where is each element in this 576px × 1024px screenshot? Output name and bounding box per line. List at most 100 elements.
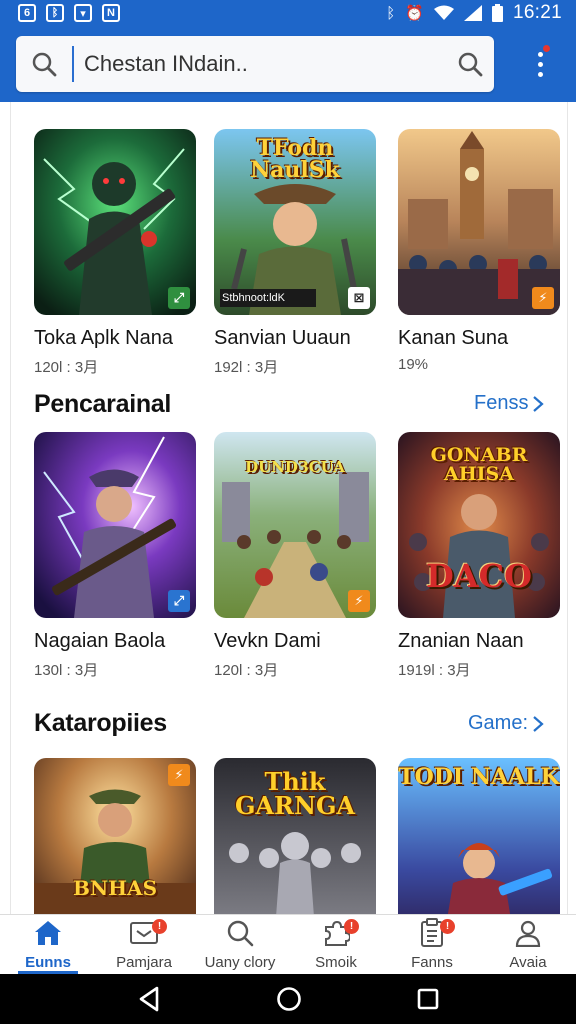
home-icon	[31, 916, 65, 950]
wifi-icon	[433, 5, 454, 20]
game-title: Vevkn Dami	[214, 630, 321, 652]
signal-icon	[463, 5, 482, 21]
nav-label: Avaia	[509, 954, 547, 971]
alarm-icon: ⏰	[405, 5, 424, 22]
game-meta: 120l : 3月	[214, 662, 279, 679]
chevron-right-icon	[533, 395, 545, 412]
section-link-label: Game:	[468, 712, 529, 734]
status-time: 16:21	[512, 2, 562, 23]
platform-badge-icon: ⚡	[532, 287, 554, 309]
notification-dot	[543, 45, 550, 52]
section-title: Pencarainal	[34, 390, 172, 418]
game-title: Kanan Suna	[398, 327, 509, 349]
game-art-caption: Stbhnoot:ldK	[222, 292, 285, 304]
nav-tab-inbox[interactable]: ! Pamjara	[96, 915, 192, 974]
messenger-icon: ᛒ	[46, 4, 64, 22]
game-art-title: DUNDЗCUA	[245, 458, 345, 476]
overflow-menu-button[interactable]	[522, 38, 558, 90]
section-see-more-link[interactable]: Fenss	[474, 392, 545, 415]
game-title: Znanian Naan	[398, 630, 524, 652]
platform-badge-icon: ⊠	[348, 287, 370, 309]
status-left-icons: 6 ᛒ ▾ N	[18, 4, 120, 22]
game-card[interactable]: TFodn NaulSk Stbhnoot:ldK ⊠ Sanvian Uuau…	[214, 129, 376, 377]
game-thumbnail[interactable]: DUNDЗCUA ⚡	[214, 432, 376, 618]
profile-icon	[511, 916, 545, 950]
nav-tab-home[interactable]: Eunns	[0, 915, 96, 974]
search-icon	[223, 916, 257, 950]
game-thumbnail[interactable]: GONABR AHISA DACO	[398, 432, 560, 618]
game-card[interactable]: TODI NAALK ⚡	[398, 758, 560, 914]
game-title: Toka Aplk Nana	[34, 327, 173, 349]
game-art-title: Thik GARNGA	[234, 767, 356, 820]
nav-label: Smoik	[315, 954, 357, 971]
game-thumbnail[interactable]: ⤢	[34, 432, 196, 618]
game-thumbnail[interactable]: TODI NAALK ⚡	[398, 758, 560, 914]
nav-label: Eunns	[25, 954, 71, 971]
search-cursor	[72, 46, 74, 82]
section-title: Kataropiies	[34, 709, 167, 737]
nav-tab-discover[interactable]: Uany clory	[192, 915, 288, 974]
game-title: Nagaian Baola	[34, 630, 166, 652]
game-card[interactable]: ⤢ Nagaian Baola 130l : 3月	[34, 432, 196, 680]
section-see-more-link[interactable]: Game:	[468, 712, 544, 735]
game-thumbnail[interactable]: BNHAS ⚡	[34, 758, 196, 914]
game-art-title: GONABR AHISA	[430, 444, 528, 485]
menu-dot	[537, 71, 543, 77]
home-button-icon[interactable]	[276, 986, 302, 1012]
system-navigation-bar	[0, 974, 576, 1024]
nav-label: Uany clory	[204, 954, 276, 971]
game-card[interactable]: DUNDЗCUA ⚡ Vevkn Dami 120l : 3月	[214, 432, 376, 680]
game-title: Sanvian Uuaun	[214, 327, 351, 349]
game-art-title: TODI NAALK	[398, 764, 560, 790]
nav-badge: !	[152, 919, 167, 934]
search-icon[interactable]	[16, 36, 72, 92]
nav-label: Fanns	[411, 954, 453, 971]
menu-dot	[537, 61, 543, 67]
game-card[interactable]: Thik GARNGA ⊠	[214, 758, 376, 914]
game-thumbnail[interactable]: ⤢	[34, 129, 196, 315]
main-content[interactable]: ⤢ Toka Aplk Nana 120l : 3月 TFodn NaulSk …	[10, 102, 568, 914]
game-meta: 192l : 3月	[214, 359, 279, 376]
game-art-title: TFodn NaulSk	[250, 135, 340, 183]
app-header: Chestan INdain..	[0, 26, 576, 102]
platform-badge-icon: ⚡	[168, 764, 190, 786]
game-meta: 130l : 3月	[34, 662, 99, 679]
nav-label: Pamjara	[116, 954, 172, 971]
recents-icon[interactable]	[417, 988, 439, 1010]
game-meta: 120l : 3月	[34, 359, 99, 376]
download-icon: ▾	[74, 4, 92, 22]
game-art-title: BNHAS	[72, 876, 158, 900]
nav-tab-games[interactable]: ! Smoik	[288, 915, 384, 974]
bottom-navigation: Eunns ! Pamjara Uany clory ! Smoik ! Fan…	[0, 914, 576, 974]
game-card[interactable]: ⚡ Kanan Suna 19%	[398, 129, 560, 373]
news-icon: N	[102, 4, 120, 22]
bluetooth-icon: ᛒ	[386, 4, 396, 22]
game-meta: 1919l : 3月	[398, 662, 471, 679]
game-card[interactable]: BNHAS ⚡	[34, 758, 196, 914]
section-link-label: Fenss	[474, 392, 529, 414]
menu-dot	[537, 51, 543, 57]
nav-badge: !	[344, 919, 359, 934]
game-thumbnail[interactable]: TFodn NaulSk Stbhnoot:ldK ⊠	[214, 129, 376, 315]
platform-badge-icon: ⤢	[168, 590, 190, 612]
game-thumbnail[interactable]: ⚡	[398, 129, 560, 315]
platform-badge-icon: ⚡	[348, 590, 370, 612]
nav-tab-profile[interactable]: Avaia	[480, 915, 576, 974]
status-right-icons: ᛒ ⏰ 16:21	[386, 2, 562, 24]
back-icon[interactable]	[137, 986, 161, 1012]
status-bar: 6 ᛒ ▾ N ᛒ ⏰ 16:21	[0, 0, 576, 26]
search-input[interactable]: Chestan INdain..	[84, 51, 446, 77]
nav-tab-library[interactable]: ! Fanns	[384, 915, 480, 974]
game-art-logo: DACO	[426, 557, 532, 595]
notification-icon: 6	[18, 4, 36, 22]
game-thumbnail[interactable]: Thik GARNGA ⊠	[214, 758, 376, 914]
battery-icon	[491, 4, 503, 22]
nav-badge: !	[440, 919, 455, 934]
game-card[interactable]: GONABR AHISA DACO Znanian Naan 1919l : 3…	[398, 432, 560, 680]
platform-badge-icon: ⤢	[168, 287, 190, 309]
search-bar[interactable]: Chestan INdain..	[16, 36, 494, 92]
search-submit-icon[interactable]	[446, 36, 494, 92]
game-meta: 19%	[398, 356, 429, 373]
chevron-right-icon	[533, 715, 544, 732]
game-card[interactable]: ⤢ Toka Aplk Nana 120l : 3月	[34, 129, 196, 377]
